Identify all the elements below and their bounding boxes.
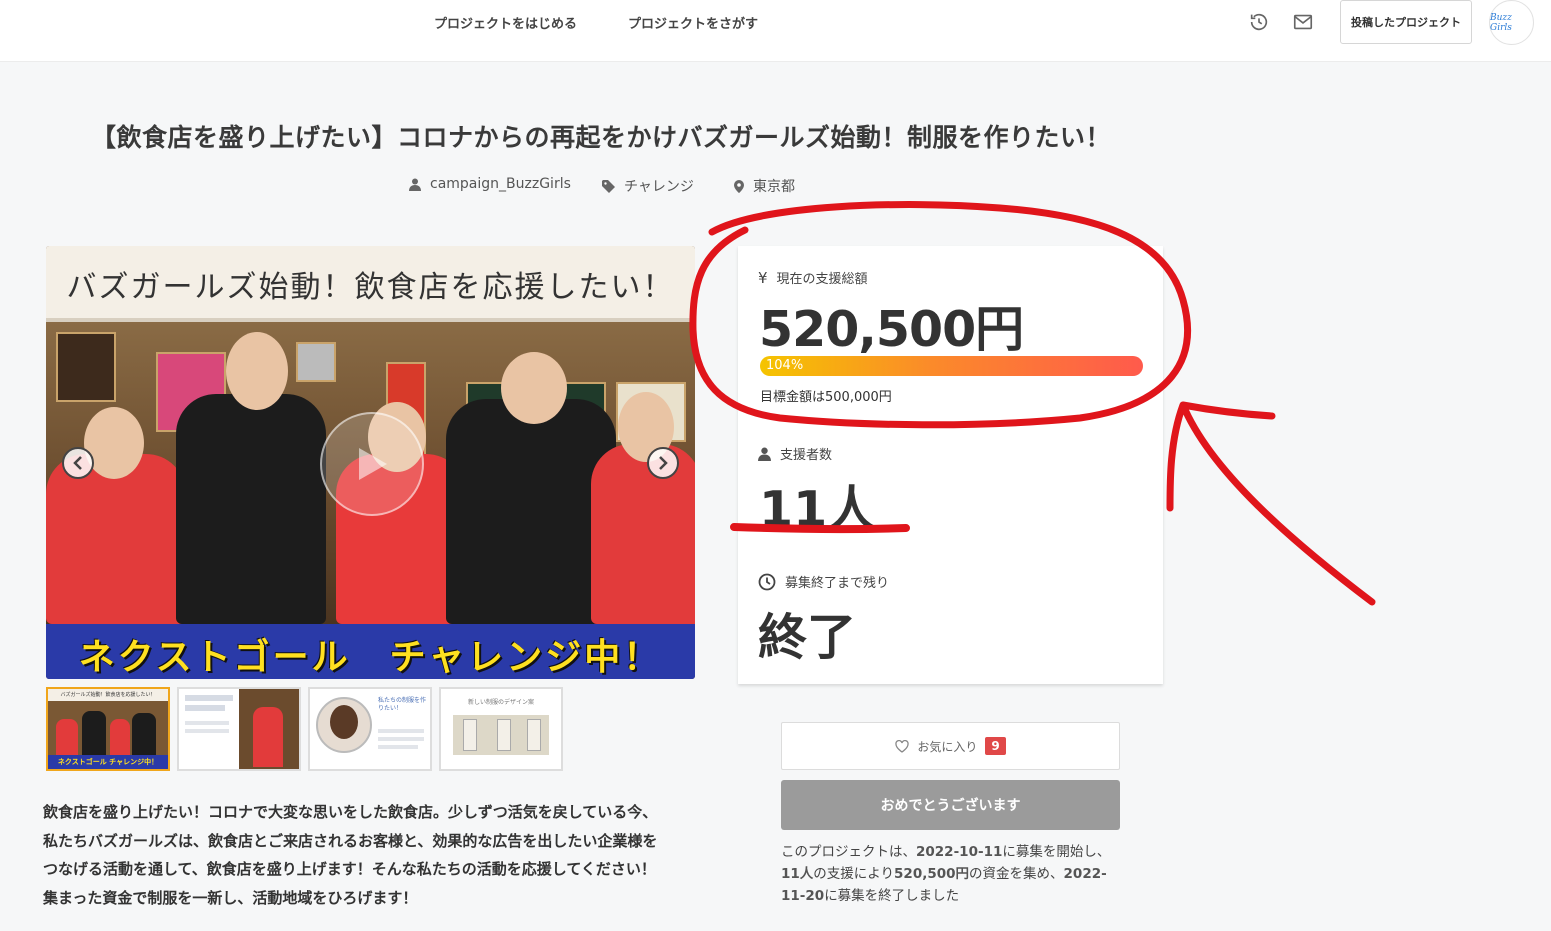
clock-icon — [758, 573, 776, 590]
description-line: 私たちバズガールズは、飲食店とご来店されるお客様と、効果的な広告を出したい企業様… — [43, 831, 658, 850]
summary-amount: 520,500円 — [894, 866, 970, 882]
project-description: 飲食店を盛り上げたい！コロナで大変な思いをした飲食店。少しずつ活気を戻している今… — [43, 798, 703, 912]
hero-top-caption: バズガールズ始動！飲食店を応援したい！ — [66, 270, 675, 305]
thumbnail-3[interactable]: 私たちの制服を作りたい！ — [308, 687, 432, 771]
backers-label-row: 支援者数 — [758, 444, 832, 463]
summary-backers: 11人 — [781, 866, 814, 882]
thumbnail-4[interactable]: 新しい制服のデザイン案 — [439, 687, 563, 771]
heart-icon — [895, 739, 909, 753]
amount-raised: 520,500円 — [759, 301, 1024, 358]
hero-bottom-banner: ネクストゴール チャレンジ中！ — [46, 624, 695, 679]
chevron-left-icon — [73, 456, 82, 470]
hero-bottom-caption: ネクストゴール チャレンジ中！ — [78, 637, 663, 678]
nav-find-project[interactable]: プロジェクトをさがす — [628, 13, 758, 32]
summary-start-date: 2022-10-11 — [916, 844, 1003, 860]
carousel-prev-button[interactable] — [62, 447, 94, 479]
owner-name: campaign_BuzzGirls — [430, 176, 571, 192]
location-pin-icon — [734, 179, 744, 193]
posted-projects-button[interactable]: 投稿したプロジェクト — [1340, 0, 1472, 44]
project-summary: このプロジェクトは、2022-10-11に募集を開始し、 11人の支援により520… — [781, 841, 1120, 907]
funding-stats-card: ¥ 現在の支援総額 520,500円 104% 目標金額は500,000円 支援… — [738, 246, 1163, 684]
summary-text: の資金を集め、 — [969, 866, 1064, 882]
project-category[interactable]: チャレンジ — [602, 176, 694, 196]
project-location[interactable]: 東京都 — [734, 176, 795, 196]
remaining-label: 募集終了まで残り — [785, 576, 890, 591]
project-title: 【飲食店を盛り上げたい】コロナからの再起をかけバズガールズ始動！制服を作りたい！ — [91, 123, 1112, 152]
description-line: つなげる活動を通して、飲食店を盛り上げます！そんな私たちの活動を応援してください… — [43, 860, 656, 878]
goal-amount: 目標金額は500,000円 — [760, 390, 892, 405]
annotation-arrow — [1166, 401, 1376, 606]
progress-percent: 104% — [766, 358, 804, 373]
summary-text: に募集を終了しました — [824, 888, 960, 904]
user-icon — [409, 178, 421, 191]
congratulations-button[interactable]: おめでとうございます — [781, 780, 1120, 830]
history-icon[interactable] — [1247, 10, 1271, 34]
play-video-button[interactable] — [320, 412, 424, 516]
thumbnail-1-caption-top: バズガールズ始動！飲食店を応援したい！ — [48, 689, 168, 701]
summary-text: このプロジェクトは、 — [781, 844, 916, 860]
favorite-button[interactable]: お気に入り 9 — [781, 722, 1120, 770]
avatar[interactable]: Buzz Girls — [1489, 0, 1534, 45]
location-name: 東京都 — [753, 179, 795, 195]
chevron-right-icon — [659, 456, 668, 470]
remaining-status: 終了 — [758, 609, 857, 666]
thumbnail-3-caption: 私たちの制服を作りたい！ — [378, 697, 427, 712]
backers-label: 支援者数 — [780, 448, 833, 463]
funding-progress-bar: 104% — [760, 356, 1143, 376]
tag-icon — [602, 179, 615, 193]
project-owner[interactable]: campaign_BuzzGirls — [409, 176, 571, 192]
summary-text: に募集を開始し、 — [1002, 844, 1111, 860]
nav-start-project[interactable]: プロジェクトをはじめる — [434, 13, 577, 32]
favorite-count-badge: 9 — [985, 737, 1006, 755]
backers-count: 11人 — [759, 481, 877, 538]
amount-label: 現在の支援総額 — [776, 272, 868, 287]
description-line: 飲食店を盛り上げたい！コロナで大変な思いをした飲食店。少しずつ活気を戻している今… — [43, 803, 658, 821]
description-line: 集まった資金で制服を一新し、活動地域をひろげます！ — [43, 888, 418, 907]
hero-top-banner: バズガールズ始動！飲食店を応援したい！ — [46, 246, 695, 322]
yen-icon: ¥ — [758, 268, 768, 287]
top-navigation: プロジェクトをはじめる プロジェクトをさがす 投稿したプロジェクト Buzz G… — [0, 0, 1551, 62]
favorite-label: お気に入り — [917, 739, 978, 754]
thumbnail-1-caption-bottom: ネクストゴール チャレンジ中！ — [48, 755, 168, 769]
play-icon — [359, 448, 387, 480]
remaining-label-row: 募集終了まで残り — [758, 572, 889, 591]
user-icon — [758, 447, 771, 461]
project-image-carousel[interactable]: バズガールズ始動！飲食店を応援したい！ ネクストゴール チャレンジ中！ — [46, 246, 695, 679]
carousel-next-button[interactable] — [647, 447, 679, 479]
amount-label-row: ¥ 現在の支援総額 — [758, 268, 868, 288]
mail-icon[interactable] — [1291, 10, 1315, 34]
thumbnail-1[interactable]: バズガールズ始動！飲食店を応援したい！ ネクストゴール チャレンジ中！ — [46, 687, 170, 771]
thumbnail-4-caption: 新しい制服のデザイン案 — [467, 699, 534, 706]
category-name: チャレンジ — [624, 179, 694, 195]
thumbnail-2[interactable] — [177, 687, 301, 771]
summary-text: の支援により — [813, 866, 895, 882]
